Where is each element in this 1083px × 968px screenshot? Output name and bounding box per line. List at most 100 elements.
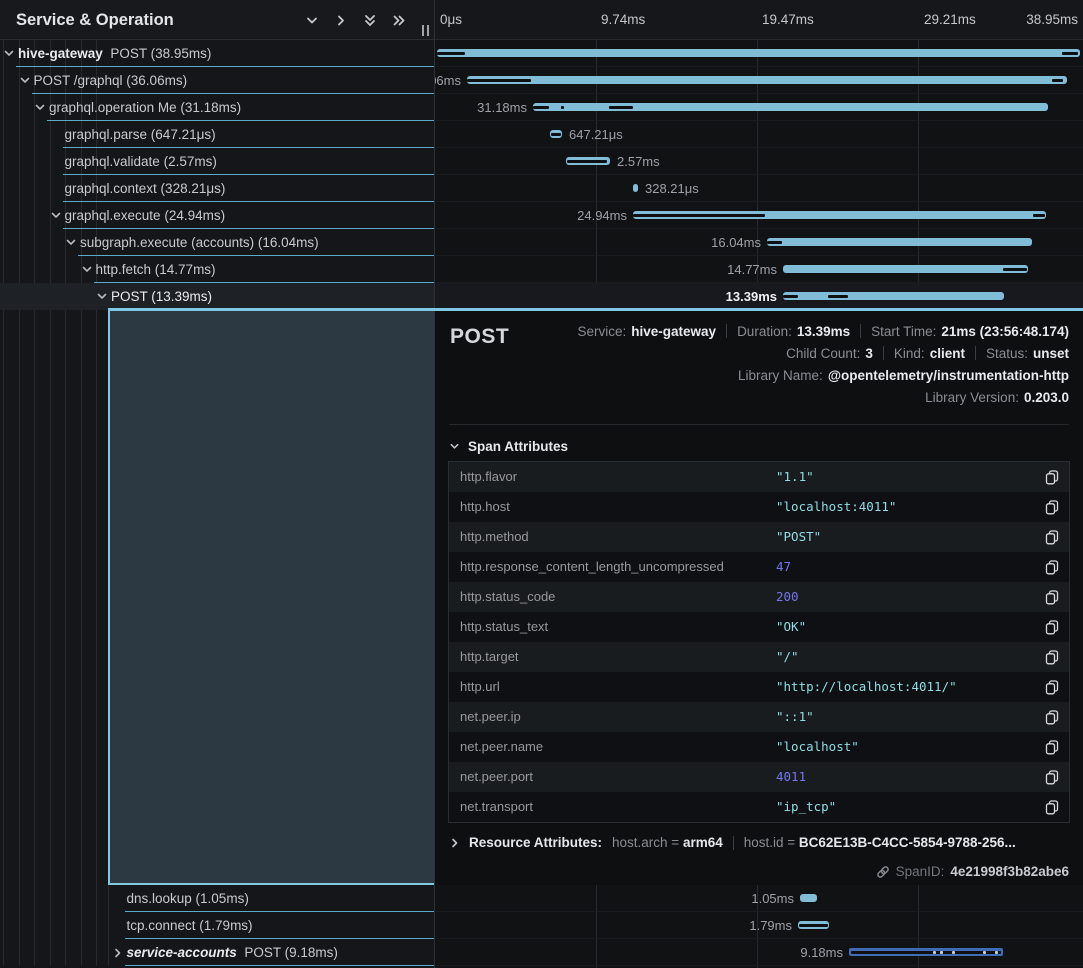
span-meta-line: Service:hive-gatewayDuration:13.39msStar… bbox=[577, 320, 1069, 342]
self-time-mark bbox=[1052, 79, 1063, 82]
copy-icon[interactable] bbox=[1045, 770, 1059, 785]
panel-divider[interactable] bbox=[434, 0, 435, 968]
chevron-right-icon[interactable] bbox=[333, 12, 349, 28]
duration-label: 36.06ms bbox=[435, 67, 461, 94]
copy-icon[interactable] bbox=[1045, 470, 1059, 485]
tree-row[interactable]: dns.lookup (1.05ms) bbox=[0, 885, 435, 912]
self-time-mark bbox=[467, 79, 531, 82]
chevron-right-icon[interactable] bbox=[112, 947, 124, 959]
copy-icon[interactable] bbox=[1045, 650, 1059, 665]
attribute-key: net.peer.name bbox=[460, 732, 543, 762]
column-resizer[interactable] bbox=[422, 25, 429, 36]
timeline-row[interactable]: 9.18ms bbox=[435, 939, 1083, 966]
span-bar[interactable] bbox=[437, 49, 1080, 57]
copy-icon[interactable] bbox=[1045, 530, 1059, 545]
meta-value: client bbox=[930, 346, 965, 361]
timeline-row[interactable]: 328.21μs bbox=[435, 175, 1083, 202]
meta-value: @opentelemetry/instrumentation-http bbox=[828, 368, 1069, 383]
span-id-label: SpanID: bbox=[896, 864, 945, 879]
span-bar[interactable] bbox=[566, 157, 610, 165]
detail-divider bbox=[449, 424, 1069, 425]
span-bar[interactable] bbox=[633, 184, 638, 192]
timeline-row[interactable]: 16.04ms bbox=[435, 229, 1083, 256]
timeline-row[interactable] bbox=[435, 40, 1083, 67]
tree-row[interactable]: graphql.validate (2.57ms) bbox=[0, 148, 435, 175]
tree-row[interactable]: hive-gateway POST (38.95ms) bbox=[0, 40, 435, 67]
timeline-row[interactable]: 14.77ms bbox=[435, 256, 1083, 283]
meta-label: Kind: bbox=[894, 346, 925, 361]
tree-row[interactable]: http.fetch (14.77ms) bbox=[0, 256, 435, 283]
timeline-tick-label: 0μs bbox=[440, 0, 462, 40]
timeline-row[interactable]: 2.57ms bbox=[435, 148, 1083, 175]
tree-row[interactable]: POST /graphql (36.06ms) bbox=[0, 67, 435, 94]
timeline-row[interactable]: 1.05ms bbox=[435, 885, 1083, 912]
tree-row[interactable]: POST (13.39ms) bbox=[0, 283, 435, 310]
meta-value: 13.39ms bbox=[797, 324, 850, 339]
tree-row[interactable]: graphql.operation Me (31.18ms) bbox=[0, 94, 435, 121]
span-name-label: tcp.connect (1.79ms) bbox=[127, 912, 253, 939]
timeline-row[interactable]: 36.06ms bbox=[435, 67, 1083, 94]
double-chevron-down-icon[interactable] bbox=[362, 12, 378, 28]
meta-label: Start Time: bbox=[871, 324, 936, 339]
timeline-row[interactable]: 31.18ms bbox=[435, 94, 1083, 121]
pair-separator bbox=[733, 836, 734, 850]
tree-row[interactable]: tcp.connect (1.79ms) bbox=[0, 912, 435, 939]
copy-icon[interactable] bbox=[1045, 560, 1059, 575]
copy-icon[interactable] bbox=[1045, 710, 1059, 725]
timeline-row[interactable]: 13.39ms bbox=[435, 283, 1083, 310]
copy-icon[interactable] bbox=[1045, 500, 1059, 515]
copy-icon[interactable] bbox=[1045, 800, 1059, 815]
span-name-label: hive-gateway POST (38.95ms) bbox=[18, 40, 211, 67]
chevron-down-icon[interactable] bbox=[3, 48, 15, 60]
copy-icon[interactable] bbox=[1045, 620, 1059, 635]
chevron-down-icon[interactable] bbox=[96, 291, 108, 303]
span-bar[interactable] bbox=[550, 130, 562, 138]
tree-row[interactable]: graphql.execute (24.94ms) bbox=[0, 202, 435, 229]
span-bar[interactable] bbox=[783, 292, 1004, 300]
double-chevron-right-icon[interactable] bbox=[391, 12, 407, 28]
tree-row[interactable]: graphql.parse (647.21μs) bbox=[0, 121, 435, 148]
duration-label: 9.18ms bbox=[800, 939, 843, 966]
span-name-label: graphql.validate (2.57ms) bbox=[65, 148, 217, 175]
chevron-down-icon[interactable] bbox=[19, 75, 31, 87]
chevron-down-icon[interactable] bbox=[65, 237, 77, 249]
chevron-down-icon[interactable] bbox=[50, 210, 62, 222]
span-meta-line: Library Version:0.203.0 bbox=[925, 386, 1069, 408]
span-bar[interactable] bbox=[767, 238, 1032, 246]
meta-value: 0.203.0 bbox=[1024, 390, 1069, 405]
meta-separator bbox=[726, 324, 727, 338]
span-bar[interactable] bbox=[533, 103, 1048, 111]
attribute-key: net.peer.ip bbox=[460, 702, 521, 732]
copy-icon[interactable] bbox=[1045, 680, 1059, 695]
timeline-row[interactable]: 1.79ms bbox=[435, 912, 1083, 939]
copy-icon[interactable] bbox=[1045, 740, 1059, 755]
span-bar[interactable] bbox=[849, 948, 1003, 956]
span-attributes-header[interactable]: Span Attributes bbox=[449, 439, 568, 454]
copy-icon[interactable] bbox=[1045, 590, 1059, 605]
timeline-row[interactable]: 647.21μs bbox=[435, 121, 1083, 148]
self-time-mark bbox=[437, 52, 465, 55]
meta-separator bbox=[883, 346, 884, 360]
tree-row[interactable]: graphql.context (328.21μs) bbox=[0, 175, 435, 202]
timeline-row[interactable]: 24.94ms bbox=[435, 202, 1083, 229]
span-bar[interactable] bbox=[633, 211, 1046, 219]
meta-separator bbox=[860, 324, 861, 338]
resource-attributes-row[interactable]: Resource Attributes:host.arch = arm64hos… bbox=[449, 835, 1016, 850]
span-bar[interactable] bbox=[467, 76, 1067, 84]
chevron-down-icon bbox=[449, 441, 460, 452]
tree-row[interactable]: service-accounts POST (9.18ms) bbox=[0, 939, 435, 966]
attribute-value: "localhost:4011" bbox=[776, 492, 896, 522]
chevron-down-icon[interactable] bbox=[304, 12, 320, 28]
link-icon[interactable] bbox=[876, 865, 890, 879]
span-bar[interactable] bbox=[783, 265, 1028, 273]
tree-row[interactable]: subgraph.execute (accounts) (16.04ms) bbox=[0, 229, 435, 256]
timeline-tick-label: 38.95ms bbox=[1026, 0, 1078, 40]
span-bar[interactable] bbox=[800, 894, 817, 902]
duration-label: 14.77ms bbox=[727, 256, 777, 283]
chevron-down-icon[interactable] bbox=[81, 264, 93, 276]
chevron-right-icon bbox=[449, 837, 461, 849]
span-name-label: dns.lookup (1.05ms) bbox=[127, 885, 249, 912]
span-bar[interactable] bbox=[798, 921, 829, 929]
chevron-down-icon[interactable] bbox=[34, 102, 46, 114]
self-time-mark bbox=[1033, 214, 1045, 217]
